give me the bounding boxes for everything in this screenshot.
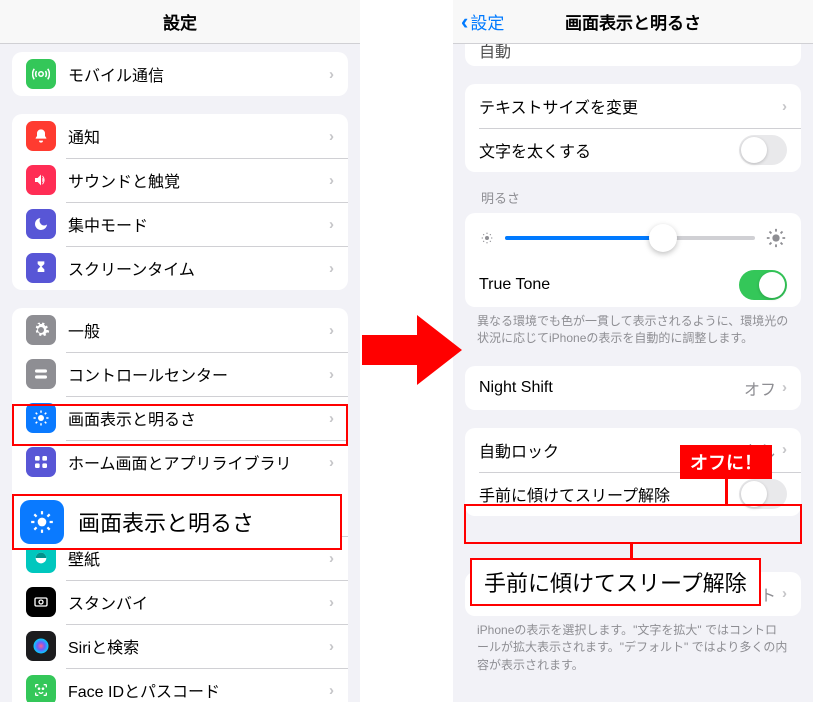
- chevron-right-icon: ›: [329, 410, 334, 427]
- partial-row-auto[interactable]: 自動: [465, 44, 801, 66]
- moon-icon: [26, 209, 56, 239]
- chevron-right-icon: ›: [329, 638, 334, 655]
- chevron-right-icon: ›: [329, 550, 334, 567]
- chevron-right-icon: ›: [329, 594, 334, 611]
- speaker-icon: [26, 165, 56, 195]
- row-label: True Tone: [479, 276, 739, 294]
- chevron-right-icon: ›: [782, 441, 787, 458]
- row-siri[interactable]: Siriと検索 ›: [12, 624, 348, 668]
- row-label: 通知: [68, 124, 329, 148]
- row-controlcenter[interactable]: コントロールセンター ›: [12, 352, 348, 396]
- brightness-slider-row: [465, 213, 801, 263]
- chevron-left-icon: ‹: [461, 9, 468, 35]
- row-general[interactable]: 一般 ›: [12, 308, 348, 352]
- raise-to-wake-toggle[interactable]: [739, 479, 787, 509]
- row-standby[interactable]: スタンバイ ›: [12, 580, 348, 624]
- row-label: Night Shift: [479, 379, 744, 397]
- row-label: 手前に傾けてスリープ解除: [479, 482, 739, 506]
- annotation-callout-raise: 手前に傾けてスリープ解除: [470, 558, 761, 606]
- annotation-badge-off: オフに！: [680, 445, 772, 479]
- chevron-right-icon: ›: [329, 128, 334, 145]
- row-mobile[interactable]: モバイル通信 ›: [12, 52, 348, 96]
- header: ‹ 設定 画面表示と明るさ: [453, 0, 813, 44]
- cellular-icon: [26, 59, 56, 89]
- faceid-icon: [26, 675, 56, 702]
- chevron-right-icon: ›: [782, 379, 787, 396]
- row-label: 自動: [479, 44, 787, 62]
- slider-fill: [505, 236, 663, 240]
- chevron-right-icon: ›: [329, 366, 334, 383]
- row-label: 集中モード: [68, 212, 329, 236]
- chevron-right-icon: ›: [329, 682, 334, 699]
- header: 設定: [0, 0, 360, 44]
- row-label: サウンドと触覚: [68, 168, 329, 192]
- siri-icon: [26, 631, 56, 661]
- bold-text-toggle[interactable]: [739, 135, 787, 165]
- chevron-right-icon: ›: [329, 172, 334, 189]
- row-label: スクリーンタイム: [68, 256, 329, 280]
- back-button[interactable]: ‹ 設定: [461, 9, 504, 35]
- sun-small-icon: [479, 230, 495, 246]
- row-label: 一般: [68, 318, 329, 342]
- bell-icon: [26, 121, 56, 151]
- annotation-callout-display: 画面表示と明るさ: [12, 494, 342, 550]
- row-label: 画面表示と明るさ: [68, 406, 329, 430]
- page-title: 画面表示と明るさ: [565, 9, 701, 34]
- group-cellular: モバイル通信 ›: [12, 52, 348, 96]
- standby-icon: [26, 587, 56, 617]
- toggles-icon: [26, 359, 56, 389]
- row-faceid[interactable]: Face IDとパスコード ›: [12, 668, 348, 702]
- callout-label: 画面表示と明るさ: [78, 506, 254, 538]
- row-sounds[interactable]: サウンドと触覚 ›: [12, 158, 348, 202]
- annotation-connector-line: [630, 544, 633, 558]
- row-label: 文字を太くする: [479, 138, 739, 162]
- row-notifications[interactable]: 通知 ›: [12, 114, 348, 158]
- row-display[interactable]: 画面表示と明るさ ›: [12, 396, 348, 440]
- row-label: テキストサイズを変更: [479, 94, 782, 118]
- group-text: テキストサイズを変更 › 文字を太くする: [465, 84, 801, 172]
- row-label: Face IDとパスコード: [68, 678, 329, 702]
- row-label: Siriと検索: [68, 634, 329, 658]
- section-footer-zoom: iPhoneの表示を選択します。"文字を拡大" ではコントロールが拡大表示されま…: [453, 616, 813, 674]
- apps-grid-icon: [26, 447, 56, 477]
- row-boldtext[interactable]: 文字を太くする: [465, 128, 801, 172]
- page-title: 設定: [163, 9, 197, 34]
- hourglass-icon: [26, 253, 56, 283]
- group-nightshift: Night Shift オフ ›: [465, 366, 801, 410]
- chevron-right-icon: ›: [329, 216, 334, 233]
- row-label: スタンバイ: [68, 590, 329, 614]
- row-focus[interactable]: 集中モード ›: [12, 202, 348, 246]
- row-textsize[interactable]: テキストサイズを変更 ›: [465, 84, 801, 128]
- sun-large-icon: [765, 227, 787, 249]
- brightness-icon: [26, 403, 56, 433]
- section-header-brightness: 明るさ: [453, 172, 813, 213]
- chevron-right-icon: ›: [329, 260, 334, 277]
- slider-thumb[interactable]: [649, 224, 677, 252]
- row-screentime[interactable]: スクリーンタイム ›: [12, 246, 348, 290]
- chevron-right-icon: ›: [782, 98, 787, 115]
- row-label: モバイル通信: [68, 62, 329, 86]
- truetone-toggle[interactable]: [739, 270, 787, 300]
- chevron-right-icon: ›: [329, 66, 334, 83]
- group-brightness: True Tone: [465, 213, 801, 307]
- chevron-right-icon: ›: [329, 322, 334, 339]
- row-value: オフ: [744, 376, 776, 400]
- settings-screen: 設定 モバイル通信 › 通知 › サウンドと触覚 ›: [0, 0, 360, 702]
- row-truetone[interactable]: True Tone: [465, 263, 801, 307]
- row-homescreen[interactable]: ホーム画面とアプリライブラリ ›: [12, 440, 348, 484]
- row-nightshift[interactable]: Night Shift オフ ›: [465, 366, 801, 410]
- chevron-right-icon: ›: [782, 585, 787, 602]
- brightness-icon: [20, 500, 64, 544]
- group-notifications: 通知 › サウンドと触覚 › 集中モード › スクリーンタイム ›: [12, 114, 348, 290]
- back-label: 設定: [470, 9, 504, 34]
- brightness-slider[interactable]: [505, 236, 755, 240]
- gear-icon: [26, 315, 56, 345]
- red-arrow-icon: [362, 310, 462, 390]
- section-footer-truetone: 異なる環境でも色が一貫して表示されるように、環境光の状況に応じてiPhoneの表…: [453, 307, 813, 348]
- row-label: コントロールセンター: [68, 362, 329, 386]
- row-label: ホーム画面とアプリライブラリ: [68, 450, 329, 474]
- chevron-right-icon: ›: [329, 454, 334, 471]
